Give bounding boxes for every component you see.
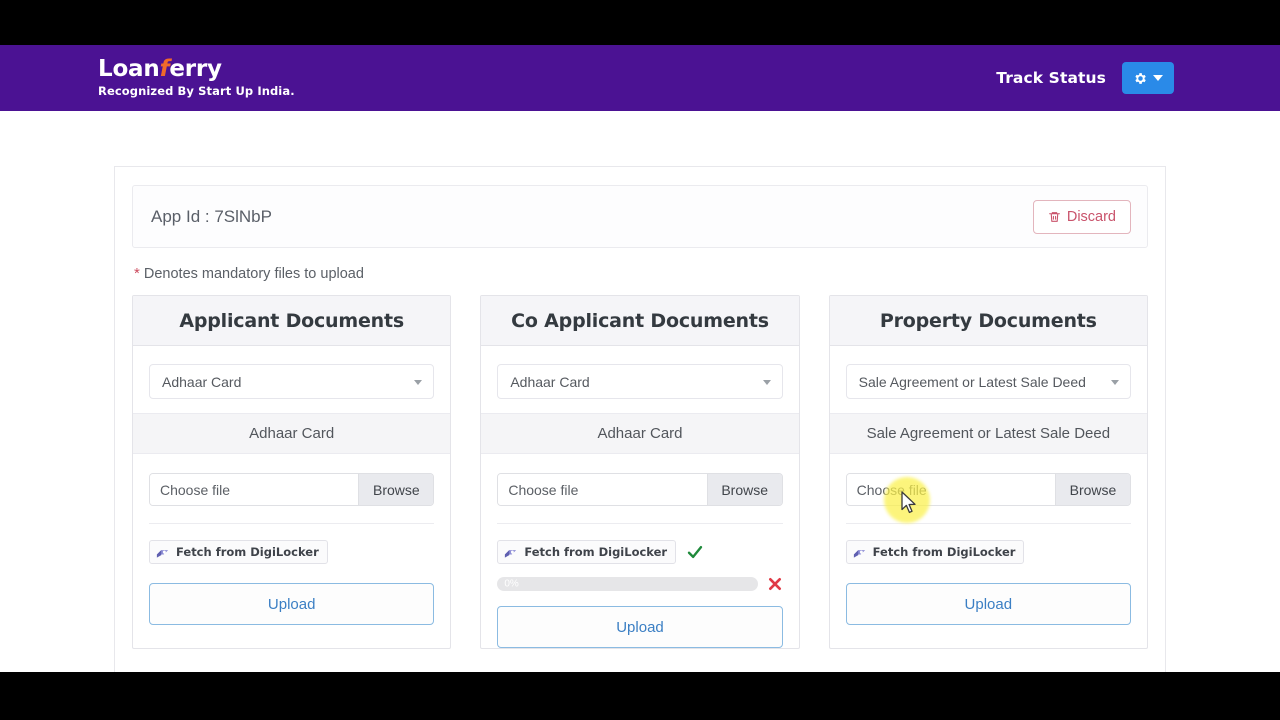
chevron-down-icon [1110,379,1119,385]
page-viewport: Loanferry Recognized By Start Up India. … [0,45,1280,672]
applicant-digilocker-label: Fetch from DigiLocker [176,545,319,559]
applicant-digilocker-row: Fetch from DigiLocker [149,540,434,564]
co-applicant-progress-row: 0% [497,576,782,592]
property-divider [845,523,1131,524]
co-applicant-file-input-row[interactable]: Choose file Browse [497,473,783,506]
brand-name-rest: erry [169,56,222,83]
screen-root: Loanferry Recognized By Start Up India. … [0,0,1280,720]
mandatory-note: * Denotes mandatory files to upload [134,265,1148,282]
chevron-down-icon [414,379,423,385]
discard-label: Discard [1066,208,1116,225]
property-file-name: Choose file [846,474,1055,505]
applicant-upload-label: Upload [267,595,316,613]
track-status-link[interactable]: Track Status [996,69,1106,87]
brand-logo[interactable]: Loanferry Recognized By Start Up India. [98,58,295,98]
co-applicant-progress-bar: 0% [497,577,758,591]
applicant-upload-button[interactable]: Upload [149,583,435,625]
applicant-documents-card: Applicant Documents Adhaar Card Adhaar C… [132,295,452,649]
mandatory-note-text: Denotes mandatory files to upload [143,266,364,282]
property-documents-card: Property Documents Sale Agreement or Lat… [828,295,1148,649]
chevron-down-icon [762,379,771,385]
property-card-body: Sale Agreement or Latest Sale Deed Sale … [829,346,1147,625]
documents-columns: Applicant Documents Adhaar Card Adhaar C… [132,295,1148,649]
site-header: Loanferry Recognized By Start Up India. … [0,45,1280,111]
co-applicant-upload-button[interactable]: Upload [497,606,783,648]
applicant-card-body: Adhaar Card Adhaar Card Choose file Brow… [133,346,451,625]
gear-icon [1133,71,1148,86]
applicant-card-title: Applicant Documents [179,309,404,332]
property-document-type-value: Sale Agreement or Latest Sale Deed [858,373,1086,390]
co-applicant-digilocker-row: Fetch from DigiLocker [497,540,782,564]
property-card-title: Property Documents [879,309,1097,332]
property-file-input-row[interactable]: Choose file Browse [845,473,1131,506]
header-actions: Track Status [996,62,1174,94]
co-applicant-file-name: Choose file [498,474,707,505]
co-applicant-divider [497,523,783,524]
check-icon [686,543,704,561]
letterbox-bottom [0,672,1280,720]
digilocker-icon [852,545,867,559]
brand-name: Loanferry [98,58,295,81]
cross-icon[interactable] [767,576,783,592]
applicant-file-name: Choose file [150,474,359,505]
co-applicant-document-type-value: Adhaar Card [510,373,590,390]
property-fetch-digilocker-button[interactable]: Fetch from DigiLocker [845,540,1025,564]
property-card-header: Property Documents [829,296,1147,346]
property-upload-label: Upload [964,595,1013,613]
settings-menu-button[interactable] [1122,62,1174,94]
co-applicant-upload-label: Upload [616,618,664,636]
co-applicant-browse-button[interactable]: Browse [706,474,782,505]
applicant-document-subheading: Adhaar Card [133,413,451,454]
co-applicant-progress-value: 0% [504,578,519,590]
applicant-divider [149,523,435,524]
mandatory-star: * [134,265,140,282]
property-browse-button[interactable]: Browse [1054,474,1130,505]
co-applicant-document-type-select[interactable]: Adhaar Card [497,364,783,399]
co-applicant-card-header: Co Applicant Documents [481,296,799,346]
applicant-card-header: Applicant Documents [133,296,451,346]
co-applicant-fetch-digilocker-button[interactable]: Fetch from DigiLocker [497,540,677,564]
brand-name-first: Loan [98,56,160,83]
property-document-subheading: Sale Agreement or Latest Sale Deed [829,413,1147,454]
chevron-down-icon [1153,75,1163,81]
co-applicant-documents-card: Co Applicant Documents Adhaar Card Adhaa… [480,295,800,649]
app-id-label: App Id : 7SlNbP [151,206,272,226]
applicant-browse-button[interactable]: Browse [358,474,434,505]
applicant-document-type-select[interactable]: Adhaar Card [149,364,435,399]
digilocker-icon [155,545,170,559]
property-document-type-select[interactable]: Sale Agreement or Latest Sale Deed [845,364,1131,399]
app-id-bar: App Id : 7SlNbP Discard [132,185,1148,248]
digilocker-icon [503,545,518,559]
discard-button[interactable]: Discard [1032,199,1131,234]
applicant-fetch-digilocker-button[interactable]: Fetch from DigiLocker [149,540,328,564]
co-applicant-card-body: Adhaar Card Adhaar Card Choose file Brow… [481,346,799,648]
co-applicant-digilocker-label: Fetch from DigiLocker [524,545,668,559]
trash-icon [1048,210,1061,224]
property-digilocker-label: Fetch from DigiLocker [872,545,1016,559]
brand-tagline: Recognized By Start Up India. [98,84,295,99]
brand-name-f: f [159,56,170,83]
applicant-file-input-row[interactable]: Choose file Browse [149,473,435,506]
applicant-document-type-value: Adhaar Card [162,373,242,390]
letterbox-top [0,0,1280,45]
co-applicant-card-title: Co Applicant Documents [511,309,769,332]
application-panel: App Id : 7SlNbP Discard * Denotes mandat… [114,166,1166,672]
property-upload-button[interactable]: Upload [845,583,1131,625]
co-applicant-document-subheading: Adhaar Card [481,413,799,454]
property-digilocker-row: Fetch from DigiLocker [845,540,1131,564]
